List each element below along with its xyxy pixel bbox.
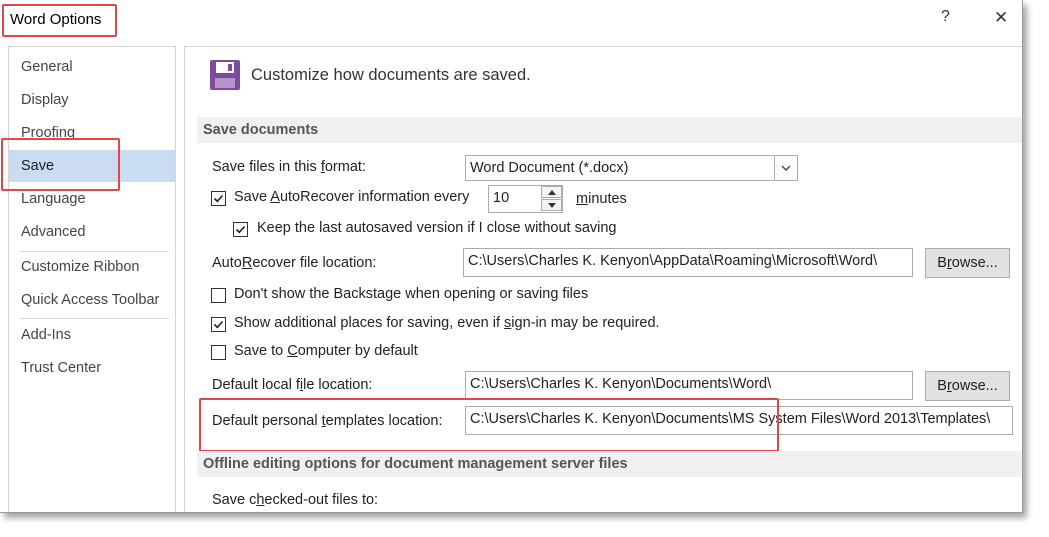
checkmark-icon	[235, 225, 246, 234]
checkmark-icon	[213, 194, 224, 203]
sidebar-item-quick-access-toolbar[interactable]: Quick Access Toolbar	[9, 284, 175, 316]
default-local-browse-button[interactable]: Browse...	[925, 371, 1010, 401]
format-label: Save files in this format:	[212, 159, 366, 175]
spin-up-icon[interactable]	[541, 186, 562, 198]
checked-out-label: Save checked-out files to:	[212, 492, 379, 508]
format-dropdown[interactable]: Word Document (*.docx)	[465, 155, 798, 181]
autorecover-label: Save AutoRecover information every	[234, 189, 470, 205]
save-highlight-box	[1, 138, 120, 191]
close-icon[interactable]: ✕	[994, 8, 1008, 28]
sidebar-item-customize-ribbon[interactable]: Customize Ribbon	[9, 251, 175, 283]
autorecover-location-label: AutoRecover file location:	[212, 255, 377, 271]
word-options-dialog: Word Options ? ✕ General Display Proofin…	[0, 0, 1023, 513]
browse-label: Browse...	[937, 255, 998, 271]
format-value: Word Document (*.docx)	[470, 160, 629, 176]
help-button[interactable]: ?	[941, 8, 950, 26]
sidebar-item-add-ins[interactable]: Add-Ins	[9, 319, 175, 351]
browse-label: Browse...	[937, 378, 998, 394]
autorecover-location-value: C:\Users\Charles K. Kenyon\AppData\Roami…	[468, 253, 878, 269]
save-to-computer-label: Save to Computer by default	[234, 343, 418, 359]
save-floppy-icon	[210, 60, 240, 90]
backstage-label: Don't show the Backstage when opening or…	[234, 286, 589, 302]
spin-down-icon[interactable]	[541, 199, 562, 211]
sidebar-item-trust-center[interactable]: Trust Center	[9, 352, 175, 384]
minutes-label: minutes	[576, 191, 627, 207]
title-highlight-box	[2, 4, 117, 37]
section-offline-editing: Offline editing options for document man…	[197, 451, 1022, 477]
keep-last-label: Keep the last autosaved version if I clo…	[257, 220, 617, 236]
default-local-value: C:\Users\Charles K. Kenyon\Documents\Wor…	[470, 376, 772, 392]
sidebar-item-advanced[interactable]: Advanced	[9, 216, 175, 248]
section-save-documents: Save documents	[197, 117, 1022, 143]
keep-last-checkbox[interactable]	[233, 222, 248, 237]
default-local-input[interactable]: C:\Users\Charles K. Kenyon\Documents\Wor…	[465, 371, 913, 400]
additional-places-label: Show additional places for saving, even …	[234, 315, 660, 331]
sidebar-item-display[interactable]: Display	[9, 84, 175, 116]
additional-places-checkbox[interactable]	[211, 317, 226, 332]
default-local-label: Default local file location:	[212, 377, 373, 393]
save-to-computer-checkbox[interactable]	[211, 345, 226, 360]
page-title: Customize how documents are saved.	[251, 66, 531, 84]
templates-highlight-box	[199, 398, 779, 452]
chevron-down-icon[interactable]	[774, 156, 797, 180]
options-sidebar: General Display Proofing Save Language A…	[8, 46, 176, 512]
title-bar: Word Options ? ✕	[0, 0, 1022, 40]
autorecover-browse-button[interactable]: Browse...	[925, 248, 1010, 278]
sidebar-item-general[interactable]: General	[9, 51, 175, 83]
autorecover-location-input[interactable]: C:\Users\Charles K. Kenyon\AppData\Roami…	[463, 248, 913, 277]
backstage-checkbox[interactable]	[211, 288, 226, 303]
save-options-panel: Customize how documents are saved. Save …	[184, 46, 1022, 512]
autorecover-checkbox[interactable]	[211, 191, 226, 206]
checkmark-icon	[213, 320, 224, 329]
autorecover-minutes-value: 10	[493, 190, 510, 206]
